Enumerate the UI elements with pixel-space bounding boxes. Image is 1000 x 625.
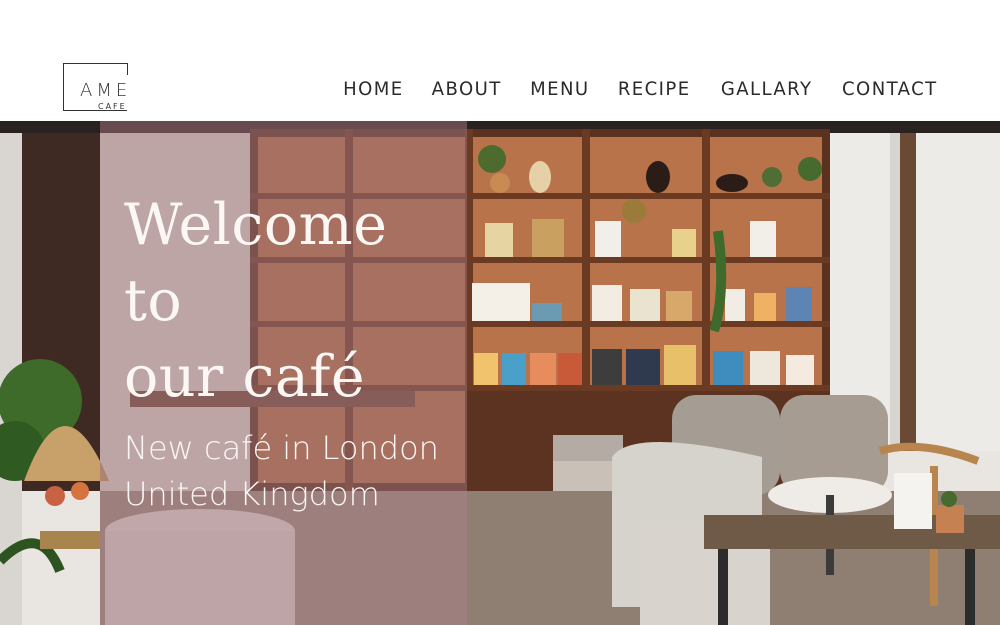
site-header: AME CAFE HOME ABOUT MENU RECIPE GALLARY … bbox=[0, 0, 1000, 121]
hero-title: Welcome to our café bbox=[124, 187, 464, 415]
main-nav: HOME ABOUT MENU RECIPE GALLARY CONTACT bbox=[315, 78, 938, 100]
hero-subtitle-line1: New café in London bbox=[124, 429, 439, 467]
hero-subtitle: New café in London United Kingdom bbox=[124, 425, 464, 517]
hero-subtitle-line2: United Kingdom bbox=[124, 475, 380, 513]
nav-recipe[interactable]: RECIPE bbox=[618, 78, 691, 100]
nav-about[interactable]: ABOUT bbox=[432, 78, 502, 100]
nav-home[interactable]: HOME bbox=[343, 78, 403, 100]
hero-title-line2: our café bbox=[124, 344, 366, 410]
brand-logo[interactable]: AME CAFE bbox=[63, 63, 128, 111]
brand-name: AME bbox=[80, 80, 132, 101]
hero-title-line1: Welcome to bbox=[124, 192, 388, 334]
hero-section: Welcome to our café New café in London U… bbox=[0, 121, 1000, 625]
nav-gallary[interactable]: GALLARY bbox=[721, 78, 813, 100]
nav-menu[interactable]: MENU bbox=[530, 78, 589, 100]
nav-contact[interactable]: CONTACT bbox=[842, 78, 938, 100]
brand-subtitle: CAFE bbox=[98, 102, 127, 111]
